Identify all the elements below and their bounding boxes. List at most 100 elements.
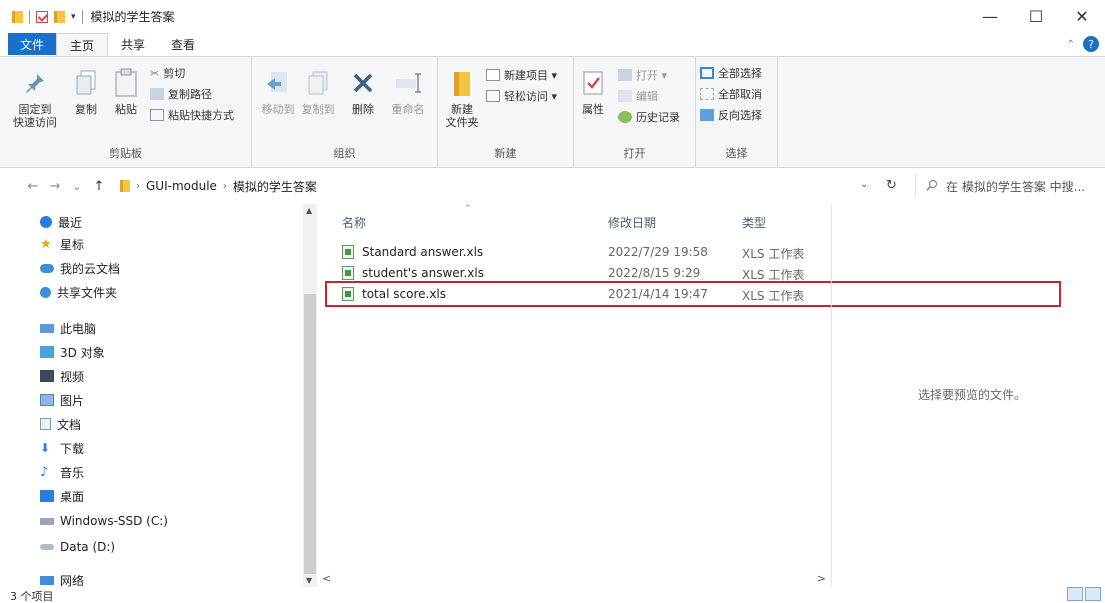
edit-icon: [618, 90, 632, 102]
drive-icon: [40, 544, 54, 550]
paste-icon: [110, 67, 142, 99]
copy-to-icon: [302, 67, 334, 99]
collapse-ribbon-icon[interactable]: ⌃: [1067, 39, 1075, 50]
help-icon[interactable]: ?: [1083, 36, 1099, 52]
up-button[interactable]: ↑: [88, 179, 110, 194]
properties-button[interactable]: 属性: [576, 67, 610, 116]
sidebar-item-drive-d[interactable]: Data (D:): [40, 537, 115, 557]
sidebar-item-this-pc[interactable]: 此电脑: [40, 318, 96, 338]
view-switcher: [1067, 587, 1101, 601]
properties-quick-icon[interactable]: [36, 10, 48, 23]
invert-selection-button[interactable]: 反向选择: [700, 107, 762, 123]
back-button[interactable]: ←: [22, 179, 44, 194]
sidebar-item-3d-objects[interactable]: 3D 对象: [40, 342, 105, 362]
recent-locations-button[interactable]: ⌄: [66, 180, 88, 193]
breadcrumb-current-folder[interactable]: 模拟的学生答案: [233, 178, 317, 195]
sidebar-item-label: 共享文件夹: [57, 285, 118, 300]
select-none-button[interactable]: 全部取消: [700, 86, 762, 102]
forward-button[interactable]: →: [44, 179, 66, 194]
sidebar-item-music[interactable]: ♪ 音乐: [40, 462, 84, 482]
select-all-button[interactable]: 全部选择: [700, 65, 762, 81]
sidebar-item-label: 下载: [60, 441, 85, 456]
details-view-button[interactable]: [1067, 587, 1083, 601]
minimize-button[interactable]: —: [967, 0, 1013, 32]
sidebar-item-label: 视频: [60, 369, 85, 384]
scissors-icon: ✂: [150, 66, 160, 80]
file-row[interactable]: Standard answer.xls 2022/7/29 19:58 XLS …: [318, 242, 830, 264]
file-type: XLS 工作表: [742, 247, 805, 261]
copy-icon: [70, 67, 102, 99]
copy-to-label: 复制到: [301, 103, 335, 116]
copy-path-label: 复制路径: [168, 88, 212, 101]
refresh-button[interactable]: ↻: [886, 178, 897, 193]
new-item-button[interactable]: 新建项目 ▾: [486, 67, 557, 83]
copy-to-button[interactable]: 复制到: [298, 67, 338, 116]
sidebar-item-shared-folder[interactable]: 共享文件夹: [40, 282, 117, 302]
large-icons-view-button[interactable]: [1085, 587, 1101, 601]
picture-icon: [40, 394, 54, 406]
tab-file[interactable]: 文件: [8, 33, 57, 55]
sidebar-item-videos[interactable]: 视频: [40, 366, 84, 386]
move-to-button[interactable]: 移动到: [258, 67, 298, 116]
breadcrumb-gui-module[interactable]: GUI-module: [146, 179, 217, 193]
address-dropdown-button[interactable]: ⌄: [860, 179, 868, 190]
breadcrumb-separator[interactable]: ›: [223, 181, 227, 192]
history-button[interactable]: 历史记录: [618, 109, 680, 125]
column-header-type[interactable]: 类型: [742, 214, 766, 231]
copy-button[interactable]: 复制: [68, 67, 104, 116]
properties-icon: [577, 67, 609, 99]
column-header-name[interactable]: 名称: [342, 214, 366, 231]
scroll-left-icon[interactable]: <: [322, 572, 331, 585]
copy-path-button[interactable]: 复制路径: [150, 86, 212, 102]
move-to-label: 移动到: [261, 103, 295, 116]
sidebar-item-cloud-docs[interactable]: 我的云文档: [40, 258, 120, 278]
scrollbar-thumb[interactable]: [304, 294, 316, 574]
cut-button[interactable]: ✂ 剪切: [150, 65, 185, 81]
tab-home[interactable]: 主页: [56, 33, 109, 57]
invert-selection-label: 反向选择: [718, 109, 762, 122]
divider: [29, 9, 30, 24]
sidebar-item-documents[interactable]: 文档: [40, 414, 81, 434]
maximize-button[interactable]: ☐: [1013, 0, 1059, 32]
edit-button[interactable]: 编辑: [618, 88, 658, 104]
sidebar-item-pictures[interactable]: 图片: [40, 390, 84, 410]
paste-shortcut-button[interactable]: 粘贴快捷方式: [150, 107, 234, 123]
sidebar-item-desktop[interactable]: 桌面: [40, 486, 84, 506]
sidebar-item-downloads[interactable]: ⬇ 下载: [40, 438, 84, 458]
folder-icon: [120, 180, 130, 192]
address-bar[interactable]: › GUI-module › 模拟的学生答案: [120, 174, 880, 198]
cube-icon: [40, 346, 54, 358]
sidebar-item-recent[interactable]: 最近: [40, 212, 82, 232]
open-button[interactable]: 打开 ▾: [618, 67, 667, 83]
scroll-right-icon[interactable]: >: [817, 572, 826, 585]
sidebar-item-drive-c[interactable]: Windows-SSD (C:): [40, 511, 168, 531]
paste-label: 粘贴: [115, 103, 137, 116]
sidebar-item-starred[interactable]: ★ 星标: [40, 234, 84, 254]
new-folder-icon: [446, 67, 478, 99]
customize-qat-dropdown[interactable]: ▾: [71, 12, 76, 22]
tab-view[interactable]: 查看: [158, 33, 208, 55]
scroll-up-icon[interactable]: ▲: [306, 206, 312, 215]
open-group-label: 打开: [623, 147, 646, 160]
scroll-down-icon[interactable]: ▼: [306, 576, 312, 585]
pin-quick-access-button[interactable]: 固定到 快速访问: [12, 67, 58, 129]
history-icon: [618, 111, 632, 123]
share-icon: [40, 286, 51, 298]
paste-button[interactable]: 粘贴: [108, 67, 144, 116]
drive-icon: [40, 517, 54, 525]
new-folder-button[interactable]: 新建 文件夹: [442, 67, 482, 129]
sidebar-item-label: 网络: [60, 573, 85, 588]
file-list-horizontal-scrollbar[interactable]: < >: [318, 572, 830, 586]
column-header-date[interactable]: 修改日期: [608, 214, 656, 231]
search-box[interactable]: 在 模拟的学生答案 中搜...: [915, 174, 1105, 198]
navigation-pane-scrollbar[interactable]: ▲ ▼: [303, 204, 317, 587]
status-bar: 3 个项目: [0, 587, 1105, 603]
new-folder-quick-icon[interactable]: [54, 10, 65, 23]
xls-file-icon: [342, 245, 354, 259]
close-button[interactable]: ✕: [1059, 0, 1105, 32]
rename-button[interactable]: 重命名: [386, 67, 430, 116]
tab-share[interactable]: 共享: [108, 33, 158, 55]
easy-access-button[interactable]: 轻松访问 ▾: [486, 88, 557, 104]
breadcrumb-separator[interactable]: ›: [136, 181, 140, 192]
delete-button[interactable]: 删除: [346, 67, 380, 116]
